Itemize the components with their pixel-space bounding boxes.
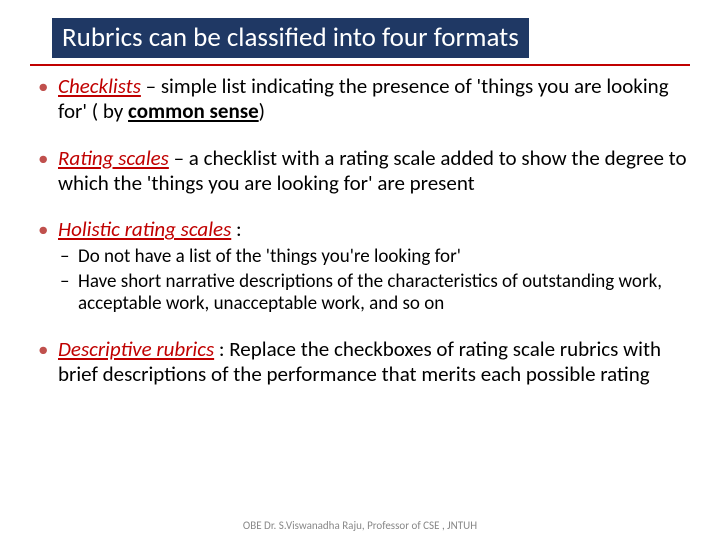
bullet-list: Checklists – simple list indicating the … [30, 74, 690, 387]
sub-item: Have short narrative descriptions of the… [58, 271, 690, 316]
term: Checklists [58, 73, 141, 99]
accent-rule [30, 64, 690, 66]
term: Descriptive rubrics [58, 336, 214, 362]
slide: Rubrics can be classified into four form… [0, 0, 720, 540]
item-text: : [231, 216, 241, 242]
list-item: Holistic rating scales : Do not have a l… [30, 217, 690, 315]
sub-item: Do not have a list of the 'things you're… [58, 246, 690, 268]
item-tail: ) [259, 98, 265, 124]
footer-text: OBE Dr. S.Viswanadha Raju, Professor of … [0, 519, 720, 532]
list-item: Rating scales – a checklist with a ratin… [30, 146, 690, 196]
list-item: Descriptive rubrics : Replace the checkb… [30, 337, 690, 387]
term: Holistic rating scales [58, 216, 231, 242]
list-item: Checklists – simple list indicating the … [30, 74, 690, 124]
slide-title: Rubrics can be classified into four form… [52, 18, 529, 58]
term: Rating scales [58, 145, 169, 171]
emphasis: common sense [128, 98, 259, 124]
sub-list: Do not have a list of the 'things you're… [58, 246, 690, 315]
